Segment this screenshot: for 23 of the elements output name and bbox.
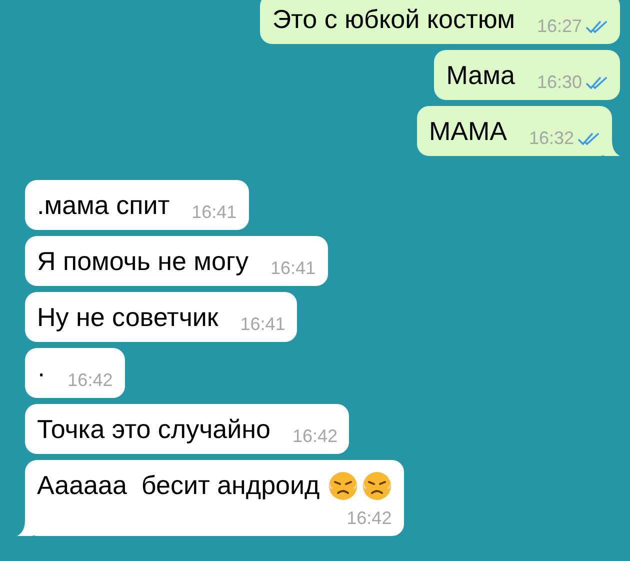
message-time: 16:41 (240, 313, 286, 336)
angry-face-icon (362, 470, 392, 500)
message-time: 16:41 (192, 201, 237, 224)
angry-face-icon (328, 470, 358, 500)
double-check-icon (586, 76, 608, 90)
message-text: Аааааа бесит андроид (37, 469, 320, 502)
message-text: Ну не советчик (37, 301, 218, 334)
message-time: 16:30 (536, 71, 582, 94)
message-time: 16:42 (68, 369, 113, 392)
message-time: 16:42 (346, 507, 392, 530)
message-time: 16:27 (536, 15, 582, 38)
message-text: Мама (446, 59, 515, 92)
message-text: Точка это случайно (37, 413, 270, 446)
message-text: МАМА (428, 115, 507, 148)
message-text: · (37, 357, 46, 390)
message-time: 16:32 (528, 127, 574, 150)
double-check-icon (586, 20, 608, 34)
message-text: .мама спит (37, 189, 170, 222)
message-time: 16:41 (270, 257, 316, 280)
double-check-icon (578, 132, 600, 146)
message-time: 16:42 (292, 425, 338, 448)
message-text: Это с юбкой костюм (272, 3, 515, 36)
message-text: Я помочь не могу (37, 245, 248, 278)
